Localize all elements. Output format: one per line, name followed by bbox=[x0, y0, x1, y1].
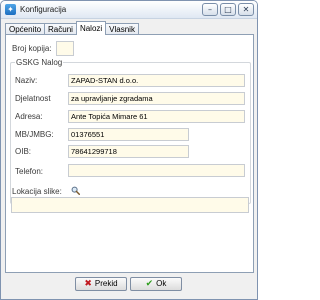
mb-jmbg-input[interactable]: 01376551 bbox=[68, 128, 189, 141]
tab-nalozi[interactable]: Nalozi bbox=[75, 21, 107, 35]
tab-strip: Općenito Računi Nalozi Vlasnik bbox=[5, 21, 139, 35]
group-title: GSKG Nalog bbox=[15, 58, 64, 67]
cancel-label: Prekid bbox=[94, 279, 118, 288]
image-location-input[interactable] bbox=[11, 197, 249, 213]
naziv-input[interactable]: ZAPAD-STAN d.o.o. bbox=[68, 74, 245, 87]
djelatnost-label: Djelatnost bbox=[15, 94, 51, 103]
ok-icon: ✔ bbox=[145, 279, 154, 289]
djelatnost-input[interactable]: za upravljanje zgradama bbox=[68, 92, 245, 105]
maximize-button[interactable]: □ bbox=[220, 3, 236, 16]
adresa-input[interactable]: Ante Topića Mimare 61 bbox=[68, 110, 245, 123]
ok-label: Ok bbox=[156, 279, 167, 288]
ok-button[interactable]: ✔ Ok bbox=[130, 277, 182, 291]
mb-jmbg-label: MB/JMBG: bbox=[15, 130, 54, 139]
image-location-label: Lokacija slike: bbox=[12, 187, 62, 196]
telefon-input[interactable] bbox=[68, 164, 245, 177]
config-window: ✦ Konfiguracija – □ ✕ Općenito Računi Na… bbox=[0, 0, 258, 300]
cancel-icon: ✖ bbox=[84, 279, 92, 289]
oib-input[interactable]: 78641299718 bbox=[68, 145, 189, 158]
cancel-button[interactable]: ✖ Prekid bbox=[75, 277, 127, 291]
copies-label: Broj kopija: bbox=[12, 44, 52, 53]
oib-label: OIB: bbox=[15, 147, 32, 156]
tab-panel-nalozi: Broj kopija: GSKG Nalog Naziv: ZAPAD-STA… bbox=[5, 34, 254, 273]
gskg-group: GSKG Nalog Naziv: ZAPAD-STAN d.o.o. Djel… bbox=[10, 58, 251, 204]
window-controls: – □ ✕ bbox=[202, 3, 254, 16]
search-icon[interactable] bbox=[71, 186, 80, 195]
app-icon: ✦ bbox=[5, 4, 16, 15]
minimize-button[interactable]: – bbox=[202, 3, 218, 16]
title-bar[interactable]: ✦ Konfiguracija – □ ✕ bbox=[1, 1, 257, 19]
telefon-label: Telefon: bbox=[15, 167, 44, 176]
adresa-label: Adresa: bbox=[15, 112, 43, 121]
window-title: Konfiguracija bbox=[20, 5, 67, 14]
close-button[interactable]: ✕ bbox=[238, 3, 254, 16]
copies-input[interactable] bbox=[56, 41, 74, 56]
naziv-label: Naziv: bbox=[15, 76, 38, 85]
